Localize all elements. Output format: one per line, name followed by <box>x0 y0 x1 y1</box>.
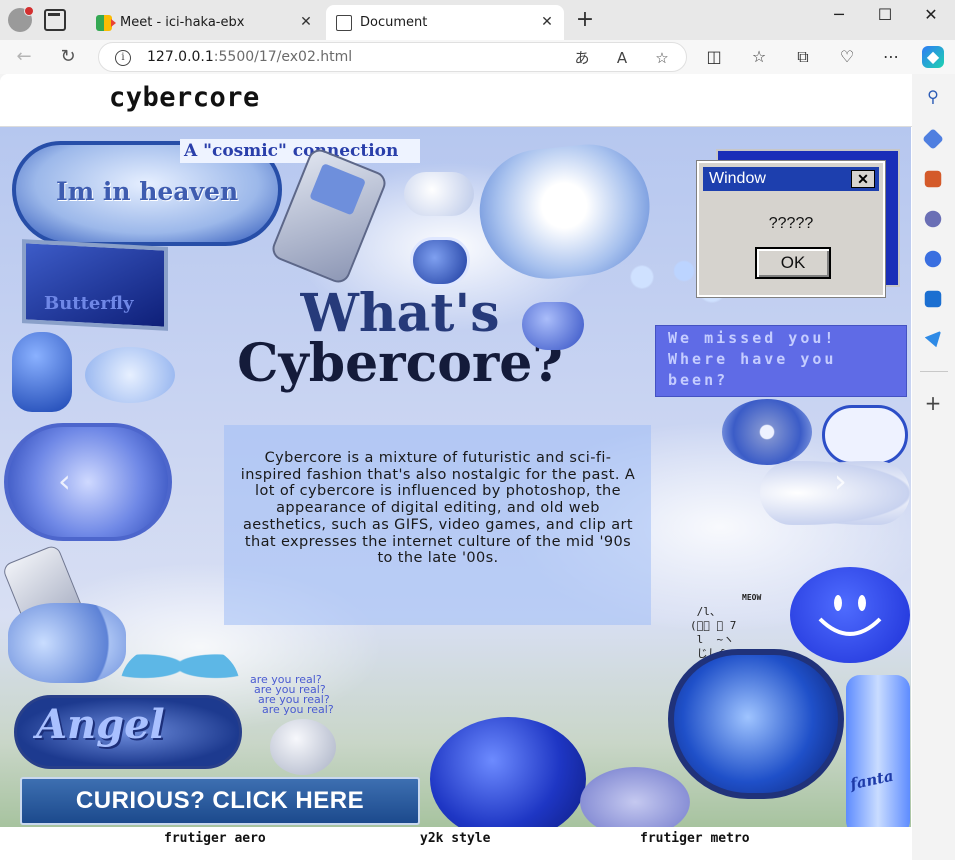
favorites-icon[interactable]: ☆ <box>748 46 770 68</box>
tag-frutiger-aero[interactable]: frutiger aero <box>164 831 266 846</box>
banner-carousel: Im in heaven A "cosmic" connection Windo… <box>0 127 911 827</box>
send-icon[interactable] <box>924 330 942 348</box>
are-you-real-text: are you real? are you real? are you real… <box>250 673 334 716</box>
site-logo[interactable]: cybercore <box>109 82 260 113</box>
missed-you-banner: We missed you! Where have you been? <box>655 325 907 397</box>
angel-text: Angel <box>36 701 165 748</box>
minimize-button[interactable]: ─ <box>824 4 854 26</box>
search-icon[interactable]: ⚲ <box>922 86 944 108</box>
address-bar[interactable]: i 127.0.0.1:5500/17/ex02.html あ A ☆ <box>98 42 687 72</box>
tab-title: Meet - ici-haka-ebx <box>120 15 245 30</box>
mushroom-sticker <box>120 647 240 695</box>
cloud-sticker <box>404 172 474 216</box>
browser-titlebar: Meet - ici-haka-ebx ✕ Document ✕ + ─ ☐ ✕ <box>0 0 955 40</box>
collections-icon[interactable]: ⧉ <box>792 46 814 68</box>
blue-butterfly-sticker <box>8 603 126 683</box>
cosmic-connection-label: A "cosmic" connection <box>180 139 420 163</box>
tools-icon[interactable] <box>924 170 942 188</box>
neptune-planet-sticker <box>430 717 586 827</box>
carousel-prev-icon[interactable]: ‹ <box>58 462 71 500</box>
outlook-icon[interactable] <box>924 290 942 308</box>
blue-heart-sticker <box>410 237 470 287</box>
meet-favicon-icon <box>96 14 116 31</box>
retro-window-dialog: Window ✕ ????? OK <box>696 160 886 298</box>
tab-meet[interactable]: Meet - ici-haka-ebx ✕ <box>86 5 323 40</box>
fanta-bottle-sticker: fanta <box>846 675 910 827</box>
smiley-face-art <box>818 595 882 636</box>
microsoft-365-icon[interactable] <box>924 250 942 268</box>
maximize-button[interactable]: ☐ <box>870 4 900 26</box>
browser-essentials-icon[interactable]: ♡ <box>836 46 858 68</box>
carousel-next-icon[interactable]: › <box>834 462 847 500</box>
curious-click-here-button[interactable]: CURIOUS? CLICK HERE <box>20 777 420 825</box>
gummy-bear-sticker <box>12 332 72 412</box>
window-close-icon: ✕ <box>851 170 875 188</box>
more-menu-icon[interactable]: ⋯ <box>880 46 902 68</box>
back-arrow-icon[interactable]: ← <box>12 45 36 69</box>
retro-tv-sticker <box>4 423 172 541</box>
close-window-button[interactable]: ✕ <box>916 4 946 26</box>
heaven-text: Im in heaven <box>56 177 239 206</box>
tab-close-button[interactable]: ✕ <box>538 13 556 31</box>
url-text[interactable]: 127.0.0.1:5500/17/ex02.html <box>147 49 352 65</box>
butterfly-tv-sticker <box>22 239 168 331</box>
tab-close-button[interactable]: ✕ <box>297 13 315 31</box>
tab-actions-icon[interactable] <box>44 9 66 31</box>
translate-icon[interactable]: あ <box>571 47 593 69</box>
tab-title: Document <box>360 15 428 30</box>
copilot-icon[interactable]: ◆ <box>922 46 944 68</box>
flip-phone-sticker <box>268 145 390 287</box>
games-icon[interactable] <box>924 210 942 228</box>
hello-kitty-sticker <box>822 405 908 465</box>
smiley-face-icon <box>790 567 910 663</box>
window-message: ????? <box>768 215 814 232</box>
shopping-tag-icon[interactable] <box>922 128 944 150</box>
heart-butterfly-sticker <box>85 347 175 403</box>
site-header: cybercore <box>0 74 912 127</box>
earth-heart-sticker <box>668 649 844 799</box>
window-ok-button: OK <box>755 247 831 279</box>
tag-y2k-style[interactable]: y2k style <box>420 831 490 846</box>
split-screen-icon[interactable]: ◫ <box>703 46 725 68</box>
favorite-star-icon[interactable]: ☆ <box>651 47 673 69</box>
cd-disc-sticker <box>722 399 812 465</box>
sidebar-divider <box>920 371 948 372</box>
edge-sidebar: ⚲ + <box>912 74 955 860</box>
document-favicon-icon <box>336 14 352 31</box>
tag-frutiger-metro[interactable]: frutiger metro <box>640 831 750 846</box>
style-tags-row: frutiger aero y2k style frutiger metro <box>0 827 911 860</box>
refresh-icon[interactable]: ↻ <box>56 45 80 69</box>
meow-text: MEOW <box>742 593 762 602</box>
profile-avatar-icon[interactable] <box>8 6 34 32</box>
window-title: Window ✕ <box>703 167 879 191</box>
new-tab-button[interactable]: + <box>574 9 596 31</box>
add-icon[interactable]: + <box>922 392 944 414</box>
butterfly-label: Butterfly <box>44 293 134 314</box>
read-aloud-icon[interactable]: A <box>611 47 633 69</box>
heart-icon <box>522 302 584 350</box>
fanta-label: fanta <box>848 766 896 794</box>
fairy-sticker <box>580 767 690 827</box>
tab-document[interactable]: Document ✕ <box>326 5 564 40</box>
winged-blob-sticker <box>270 719 336 775</box>
description-text: Cybercore is a mixture of futuristic and… <box>240 450 636 567</box>
page-viewport: cybercore Im in heaven A "cosmic" connec… <box>0 74 912 860</box>
site-info-icon[interactable]: i <box>115 50 131 66</box>
